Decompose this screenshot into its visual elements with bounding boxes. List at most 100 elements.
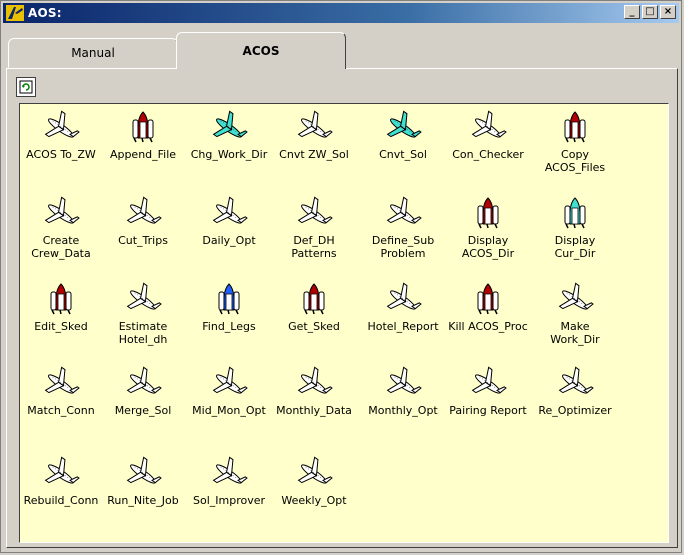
launcher-item[interactable]: Hotel_Report — [357, 282, 449, 333]
launcher-item[interactable]: Estimate Hotel_dh — [97, 282, 189, 346]
launcher-item[interactable]: Display Cur_Dir — [529, 196, 621, 260]
airplane-icon — [558, 282, 594, 310]
launcher-item-label: Append_File — [109, 148, 177, 161]
launcher-item-label: Cut_Trips — [118, 234, 168, 247]
launcher-item[interactable]: Cut_Trips — [97, 196, 189, 247]
refresh-button[interactable] — [16, 77, 36, 97]
launcher-item[interactable]: Re_Optimizer — [529, 366, 621, 417]
launcher-item[interactable]: Define_Sub Problem — [357, 196, 449, 260]
launcher-item-label: ACOS To_ZW — [26, 148, 96, 161]
tab-strip: Manual ACOS — [6, 32, 678, 69]
launcher-item-label: Def_DH Patterns — [291, 234, 337, 260]
title-bar[interactable]: AOS: _ □ × — [3, 3, 679, 23]
launcher-item[interactable]: Monthly_Data — [268, 366, 360, 417]
airplane-icon — [44, 456, 80, 484]
aos-window: AOS: _ □ × Manual ACOS ACOS To_ZW Append_… — [0, 0, 682, 553]
launcher-item[interactable]: Run_Nite_Job — [97, 456, 189, 507]
launcher-item-label: Mid_Mon_Opt — [192, 404, 266, 417]
maximize-button[interactable]: □ — [642, 5, 658, 19]
launcher-item[interactable]: Mid_Mon_Opt — [183, 366, 275, 417]
launcher-item-label: Define_Sub Problem — [371, 234, 435, 260]
airplane-icon — [44, 366, 80, 394]
airplane-icon — [126, 366, 162, 394]
launcher-item-label: Estimate Hotel_dh — [118, 320, 168, 346]
airplane-icon — [386, 196, 422, 224]
launcher-item-label: Weekly_Opt — [281, 494, 347, 507]
launcher-item-label: Daily_Opt — [202, 234, 256, 247]
airplane-icon — [126, 196, 162, 224]
launcher-item[interactable]: Edit_Sked — [15, 282, 107, 333]
close-button[interactable]: × — [660, 5, 676, 19]
launcher-item[interactable]: Pairing Report — [442, 366, 534, 417]
space-shuttle-icon — [477, 197, 499, 229]
launcher-item-label: Re_Optimizer — [538, 404, 612, 417]
launcher-item-label: Get_Sked — [288, 320, 340, 333]
launcher-item-label: Create Crew_Data — [31, 234, 91, 260]
launcher-item-label: Merge_Sol — [114, 404, 172, 417]
airplane-icon — [212, 110, 248, 138]
launcher-item[interactable]: Def_DH Patterns — [268, 196, 360, 260]
space-shuttle-icon — [564, 111, 586, 143]
launcher-item[interactable]: Rebuild_Conn — [15, 456, 107, 507]
airplane-icon — [44, 196, 80, 224]
window-title: AOS: — [28, 6, 62, 20]
tab-acos[interactable]: ACOS — [176, 32, 346, 69]
launcher-item-label: Pairing Report — [449, 404, 527, 417]
launcher-item-label: Hotel_Report — [367, 320, 439, 333]
space-shuttle-icon — [303, 283, 325, 315]
space-shuttle-icon — [132, 111, 154, 143]
launcher-item[interactable]: Chg_Work_Dir — [183, 110, 275, 161]
launcher-item-label: Monthly_Opt — [368, 404, 438, 417]
launcher-item[interactable]: Monthly_Opt — [357, 366, 449, 417]
launcher-item[interactable]: Display ACOS_Dir — [442, 196, 534, 260]
launcher-item-label: Cnvt_Sol — [379, 148, 427, 161]
airplane-icon — [44, 110, 80, 138]
launcher-item[interactable]: Kill ACOS_Proc — [442, 282, 534, 333]
launcher-item[interactable]: Find_Legs — [183, 282, 275, 333]
launcher-item[interactable]: Append_File — [97, 110, 189, 161]
launcher-item-label: Run_Nite_Job — [107, 494, 179, 507]
airplane-icon — [126, 456, 162, 484]
launcher-item-label: Con_Checker — [452, 148, 524, 161]
space-shuttle-icon — [477, 283, 499, 315]
launcher-item-label: Cnvt ZW_Sol — [279, 148, 349, 161]
launcher-item-label: Monthly_Data — [276, 404, 352, 417]
launcher-item[interactable]: Weekly_Opt — [268, 456, 360, 507]
space-shuttle-icon — [50, 283, 72, 315]
tab-panel: ACOS To_ZW Append_File Chg_Work_Dir Cnvt ZW… — [6, 68, 678, 548]
tab-manual[interactable]: Manual — [8, 38, 178, 68]
launcher-item-label: Display ACOS_Dir — [461, 234, 515, 260]
app-logo-icon — [6, 5, 24, 21]
airplane-icon — [212, 456, 248, 484]
launcher-item-label: Match_Conn — [27, 404, 95, 417]
launcher-item[interactable]: Copy ACOS_Files — [529, 110, 621, 174]
launcher-item-label: Chg_Work_Dir — [190, 148, 268, 161]
launcher-item-label: Rebuild_Conn — [23, 494, 99, 507]
launcher-item-label: Kill ACOS_Proc — [448, 320, 528, 333]
launcher-item[interactable]: Cnvt ZW_Sol — [268, 110, 360, 161]
refresh-icon — [19, 80, 33, 94]
airplane-icon — [212, 196, 248, 224]
space-shuttle-icon — [564, 197, 586, 229]
airplane-icon — [558, 366, 594, 394]
launcher-item[interactable]: Match_Conn — [15, 366, 107, 417]
launcher-item[interactable]: Create Crew_Data — [15, 196, 107, 260]
launcher-item[interactable]: ACOS To_ZW — [15, 110, 107, 161]
launcher-item-label: Sol_Improver — [192, 494, 266, 507]
airplane-icon — [297, 110, 333, 138]
launcher-item[interactable]: Make Work_Dir — [529, 282, 621, 346]
space-shuttle-icon — [218, 283, 240, 315]
airplane-icon — [471, 110, 507, 138]
launcher-item[interactable]: Con_Checker — [442, 110, 534, 161]
launcher-item[interactable]: Merge_Sol — [97, 366, 189, 417]
airplane-icon — [297, 456, 333, 484]
launcher-item[interactable]: Get_Sked — [268, 282, 360, 333]
airplane-icon — [386, 282, 422, 310]
minimize-button[interactable]: _ — [624, 5, 640, 19]
launcher-item[interactable]: Cnvt_Sol — [357, 110, 449, 161]
launcher-item[interactable]: Sol_Improver — [183, 456, 275, 507]
launcher-item-label: Make Work_Dir — [550, 320, 600, 346]
launcher-item-label: Find_Legs — [202, 320, 256, 333]
airplane-icon — [386, 366, 422, 394]
launcher-item[interactable]: Daily_Opt — [183, 196, 275, 247]
